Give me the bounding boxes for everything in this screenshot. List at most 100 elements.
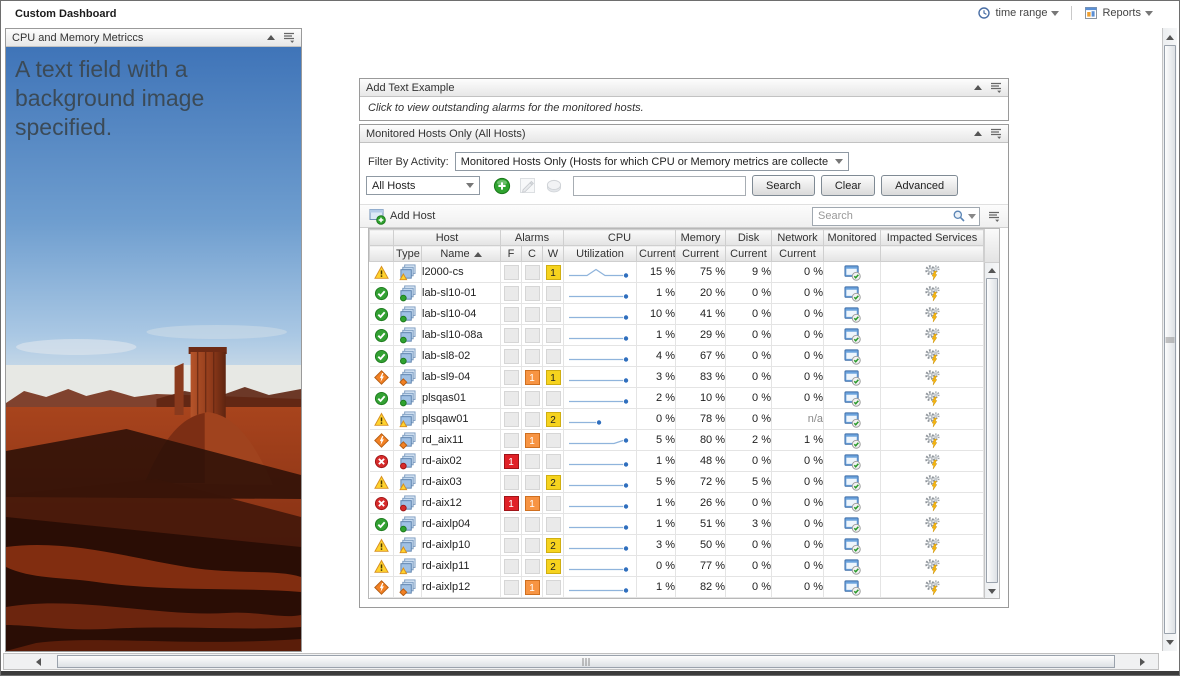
host-name[interactable]: rd-aixlp10 [422, 535, 501, 556]
host-row[interactable]: lab-sl10-0410 %41 %0 %0 % [370, 304, 984, 325]
col-group-memory[interactable]: Memory [676, 230, 726, 246]
host-row[interactable]: lab-sl10-08a1 %29 %0 %0 % [370, 325, 984, 346]
delete-list-button[interactable] [544, 176, 563, 195]
host-scope-select[interactable]: All Hosts [366, 176, 480, 195]
impacted-services-cell[interactable] [881, 325, 984, 346]
table-search-box[interactable] [812, 207, 980, 226]
monitored-cell[interactable] [824, 556, 881, 577]
cpu-utilization-cell[interactable] [564, 556, 637, 577]
impacted-services-cell[interactable] [881, 262, 984, 283]
panel-menu-icon[interactable] [283, 32, 295, 43]
cpu-utilization-cell[interactable] [564, 493, 637, 514]
scroll-right-button[interactable] [1134, 655, 1150, 668]
panel-menu-icon[interactable] [990, 128, 1002, 139]
cpu-utilization-cell[interactable] [564, 430, 637, 451]
impacted-services-cell[interactable] [881, 451, 984, 472]
fatal-alarm-badge[interactable]: 1 [504, 496, 519, 511]
monitored-cell[interactable] [824, 283, 881, 304]
monitored-cell[interactable] [824, 430, 881, 451]
cpu-utilization-cell[interactable] [564, 304, 637, 325]
cpu-utilization-cell[interactable] [564, 283, 637, 304]
host-name[interactable]: rd_aix11 [422, 430, 501, 451]
search-options-caret-icon[interactable] [968, 214, 976, 219]
monitored-cell[interactable] [824, 514, 881, 535]
cpu-utilization-cell[interactable] [564, 514, 637, 535]
col-memory-current[interactable]: Current [676, 246, 726, 262]
window-vertical-scrollbar[interactable] [1162, 28, 1177, 651]
host-row[interactable]: lab-sl10-011 %20 %0 %0 % [370, 283, 984, 304]
impacted-services-cell[interactable] [881, 514, 984, 535]
host-row[interactable]: lab-sl9-04113 %83 %0 %0 % [370, 367, 984, 388]
cpu-utilization-cell[interactable] [564, 451, 637, 472]
clear-button[interactable]: Clear [821, 175, 875, 196]
scrollbar-thumb[interactable] [986, 278, 998, 583]
col-name[interactable]: Name [422, 246, 501, 262]
scroll-left-button[interactable] [30, 655, 46, 668]
monitored-cell[interactable] [824, 409, 881, 430]
col-utilization[interactable]: Utilization [564, 246, 637, 262]
host-name[interactable]: rd-aixlp12 [422, 577, 501, 598]
cpu-utilization-cell[interactable] [564, 262, 637, 283]
host-name[interactable]: lab-sl9-04 [422, 367, 501, 388]
host-name[interactable]: l2000-cs [422, 262, 501, 283]
add-host-button[interactable]: Add Host [368, 207, 435, 225]
warning-alarm-badge[interactable]: 2 [546, 412, 561, 427]
col-cpu-current[interactable]: Current [637, 246, 676, 262]
monitored-cell[interactable] [824, 472, 881, 493]
table-search-input[interactable] [818, 210, 952, 222]
monitored-cell[interactable] [824, 325, 881, 346]
host-name[interactable]: lab-sl10-04 [422, 304, 501, 325]
cpu-utilization-cell[interactable] [564, 535, 637, 556]
host-row[interactable]: plsqaw0120 %78 %0 %n/a [370, 409, 984, 430]
impacted-services-cell[interactable] [881, 346, 984, 367]
critical-alarm-badge[interactable]: 1 [525, 496, 540, 511]
collapse-icon[interactable] [974, 131, 982, 136]
host-row[interactable]: rd-aix0325 %72 %5 %0 % [370, 472, 984, 493]
col-group-impacted[interactable]: Impacted Services [881, 230, 984, 246]
monitored-cell[interactable] [824, 346, 881, 367]
scroll-up-button[interactable] [1163, 30, 1177, 44]
monitored-cell[interactable] [824, 304, 881, 325]
table-menu-icon[interactable] [988, 211, 1000, 222]
search-icon[interactable] [952, 209, 966, 223]
host-row[interactable]: lab-sl8-024 %67 %0 %0 % [370, 346, 984, 367]
impacted-services-cell[interactable] [881, 577, 984, 598]
window-horizontal-scrollbar[interactable] [3, 653, 1159, 670]
warning-alarm-badge[interactable]: 2 [546, 538, 561, 553]
host-name[interactable]: lab-sl10-01 [422, 283, 501, 304]
impacted-services-cell[interactable] [881, 304, 984, 325]
monitored-cell[interactable] [824, 577, 881, 598]
monitored-cell[interactable] [824, 535, 881, 556]
col-type[interactable]: Type [394, 246, 422, 262]
impacted-services-cell[interactable] [881, 409, 984, 430]
impacted-services-cell[interactable] [881, 472, 984, 493]
collapse-icon[interactable] [267, 35, 275, 40]
critical-alarm-badge[interactable]: 1 [525, 580, 540, 595]
monitored-cell[interactable] [824, 262, 881, 283]
scroll-down-button[interactable] [985, 584, 999, 598]
host-filter-input[interactable] [573, 176, 746, 196]
time-range-control[interactable]: time range [977, 6, 1059, 20]
scrollbar-thumb[interactable] [57, 655, 1115, 668]
critical-alarm-badge[interactable]: 1 [525, 433, 540, 448]
host-name[interactable]: lab-sl8-02 [422, 346, 501, 367]
host-name[interactable]: rd-aix12 [422, 493, 501, 514]
impacted-services-cell[interactable] [881, 367, 984, 388]
col-group-cpu[interactable]: CPU [564, 230, 676, 246]
col-critical[interactable]: C [522, 246, 543, 262]
critical-alarm-badge[interactable]: 1 [525, 370, 540, 385]
col-network-current[interactable]: Current [772, 246, 824, 262]
impacted-services-cell[interactable] [881, 535, 984, 556]
activity-filter-select[interactable]: Monitored Hosts Only (Hosts for which CP… [455, 152, 849, 171]
cpu-utilization-cell[interactable] [564, 367, 637, 388]
cpu-utilization-cell[interactable] [564, 388, 637, 409]
host-name[interactable]: plsqaw01 [422, 409, 501, 430]
host-name[interactable]: rd-aix02 [422, 451, 501, 472]
search-button[interactable]: Search [752, 175, 815, 196]
host-row[interactable]: rd-aixlp1120 %77 %0 %0 % [370, 556, 984, 577]
monitored-cell[interactable] [824, 388, 881, 409]
col-disk-current[interactable]: Current [726, 246, 772, 262]
fatal-alarm-badge[interactable]: 1 [504, 454, 519, 469]
host-row[interactable]: rd_aix1115 %80 %2 %1 % [370, 430, 984, 451]
scroll-down-button[interactable] [1163, 635, 1177, 649]
